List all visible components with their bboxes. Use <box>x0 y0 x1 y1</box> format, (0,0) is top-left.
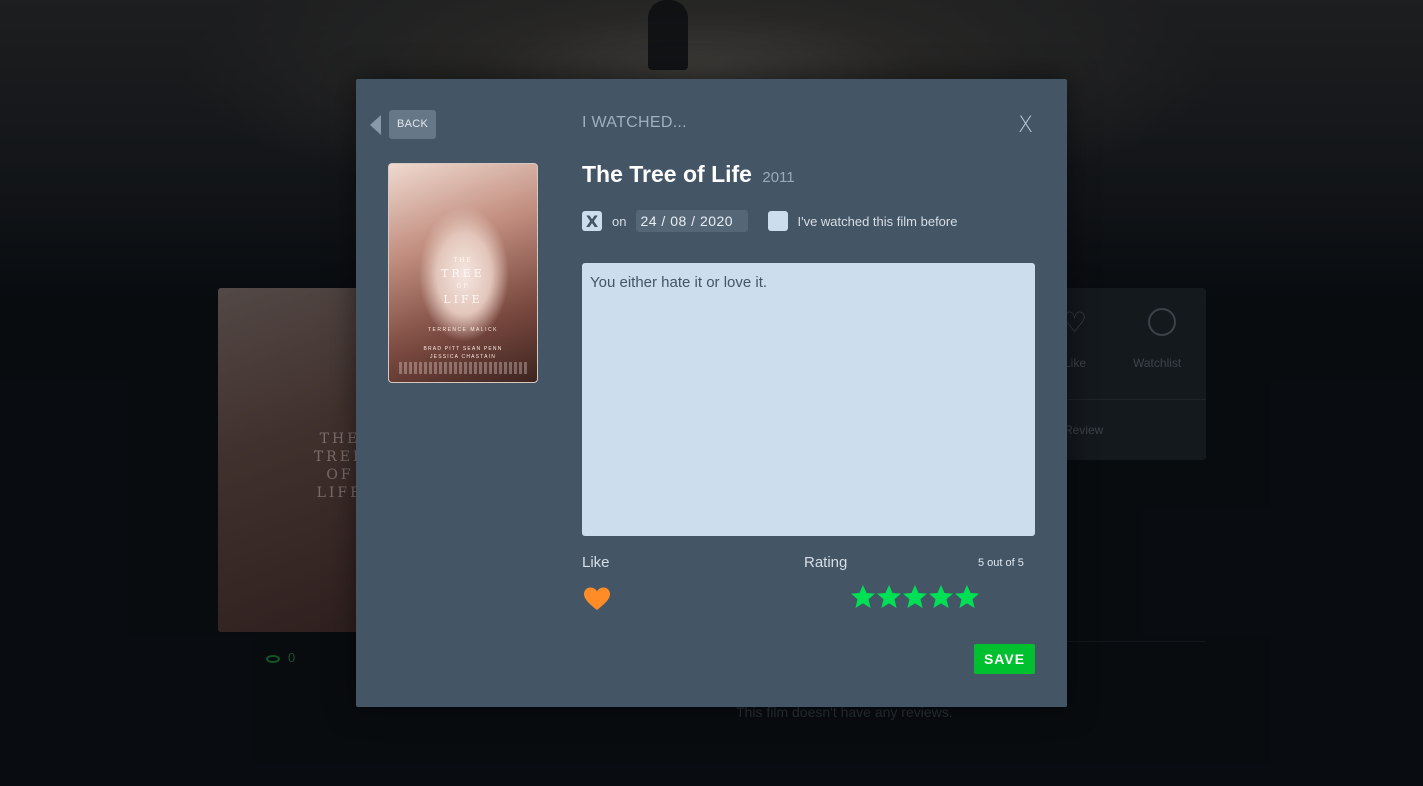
poster-title-line: THE <box>453 257 473 264</box>
back-arrow-icon <box>370 114 381 135</box>
poster-director-credit: TERRENCE MALICK <box>427 327 498 333</box>
rating-stars <box>850 584 980 610</box>
poster-title-line: OF <box>456 283 470 290</box>
check-x-icon: X <box>585 211 599 231</box>
poster-cast: BRAD PITT SEAN PENN JESSICA CHASTAIN <box>389 345 537 361</box>
film-year[interactable]: 2011 <box>762 169 794 186</box>
watched-date-row: X on 24 / 08 / 2020 I've watched this fi… <box>582 210 957 232</box>
star-icon[interactable] <box>954 584 980 610</box>
poster-cast-line: JESSICA CHASTAIN <box>429 354 497 360</box>
film-title: The Tree of Life 2011 <box>582 161 795 188</box>
on-label: on <box>612 213 627 229</box>
save-button[interactable]: SAVE <box>974 644 1035 674</box>
rating-label: Rating <box>804 554 848 571</box>
back-button-label[interactable]: BACK <box>389 110 437 139</box>
star-icon[interactable] <box>876 584 902 610</box>
watched-date-field[interactable]: 24 / 08 / 2020 <box>636 210 749 232</box>
poster-billing-block <box>399 362 527 374</box>
star-icon[interactable] <box>928 584 954 610</box>
close-button[interactable]: X <box>1018 113 1033 138</box>
log-film-modal: BACK THE TREE OF LIFE TERRENCE MALICK BR… <box>356 79 1067 707</box>
rewatch-checkbox[interactable] <box>768 211 789 231</box>
like-heart-icon[interactable] <box>582 584 612 614</box>
like-label: Like <box>582 554 610 571</box>
rewatch-label[interactable]: I've watched this film before <box>797 214 957 229</box>
poster-cast-line: BRAD PITT SEAN PENN <box>423 346 503 352</box>
poster-title: THE TREE OF LIFE <box>389 254 537 306</box>
back-button[interactable]: BACK <box>370 110 437 139</box>
poster-title-line: TREE <box>441 267 485 280</box>
specify-date-checkbox[interactable]: X <box>582 211 602 231</box>
modal-heading: I WATCHED... <box>582 114 687 131</box>
poster-title-line: LIFE <box>443 293 483 306</box>
review-textarea[interactable] <box>582 263 1035 536</box>
film-poster: THE TREE OF LIFE TERRENCE MALICK BRAD PI… <box>388 163 538 383</box>
star-icon[interactable] <box>850 584 876 610</box>
rating-value-text: 5 out of 5 <box>978 557 1024 569</box>
star-icon[interactable] <box>902 584 928 610</box>
film-title-text: The Tree of Life <box>582 161 752 187</box>
